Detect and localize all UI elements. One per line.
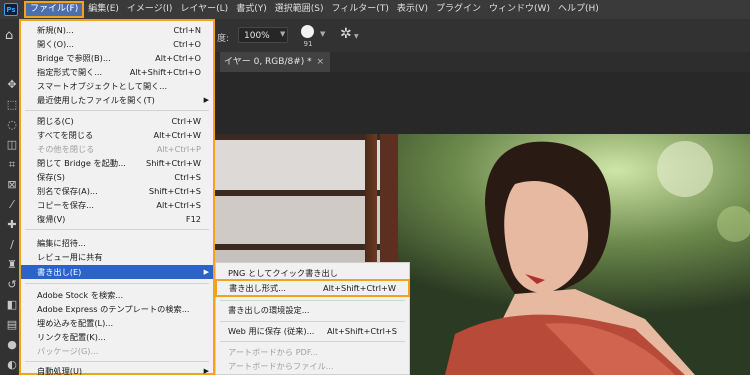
document-tab[interactable]: イヤー 0, RGB/8#) * × (220, 52, 330, 72)
stamp-tool-icon[interactable]: ♜ (5, 258, 19, 272)
gradient-tool-icon[interactable]: ▤ (5, 318, 19, 332)
opacity-label: 度: (217, 34, 230, 44)
menu-item-close-others: その他を閉じる Alt+Ctrl+P (37, 144, 201, 154)
brush-tool-icon[interactable]: ∕ (5, 238, 19, 252)
menu-item-place-linked[interactable]: リンクを配置(K)... (21, 330, 213, 344)
home-icon[interactable]: ⌂ (5, 29, 19, 43)
menu-edit[interactable]: 編集(E) (84, 2, 123, 17)
menu-select[interactable]: 選択範囲(S) (271, 2, 328, 17)
brush-preset-icon[interactable] (301, 25, 314, 38)
document-tab-title: イヤー 0, RGB/8#) * (224, 57, 312, 67)
file-menu-dropdown: 新規(N)... Ctrl+N 開く(O)... Ctrl+O Bridge で参照… (19, 19, 215, 375)
submenu-item-save-for-web[interactable]: Web 用に保存 (従来)... Alt+Shift+Ctrl+S (216, 324, 409, 338)
blur-tool-icon[interactable]: ● (5, 338, 19, 352)
gear-icon[interactable]: ✲ (340, 27, 352, 41)
menu-separator (25, 361, 209, 362)
menu-item-close[interactable]: 閉じる(C) Ctrl+W (21, 114, 213, 128)
menu-item-close-and-go-to-bridge[interactable]: 閉じて Bridge を起動... Shift+Ctrl+W (21, 156, 213, 170)
submenu-item-export-as[interactable]: 書き出し形式... Alt+Shift+Ctrl+W (215, 279, 410, 297)
menu-layer[interactable]: レイヤー(L) (176, 2, 232, 17)
menu-item-new[interactable]: 新規(N)... Ctrl+N (21, 23, 213, 37)
marquee-tool-icon[interactable]: ⬚ (5, 98, 19, 112)
submenu-arrow-icon: ▶ (203, 96, 209, 104)
menu-item-invite-to-edit[interactable]: 編集に招待... (21, 236, 213, 250)
menu-item-close-all[interactable]: すべてを閉じる Alt+Ctrl+W (21, 128, 213, 142)
menu-item-save-copy[interactable]: コピーを保存... Alt+Ctrl+S (21, 198, 213, 212)
crop-tool-icon[interactable]: ⌗ (5, 158, 19, 172)
menu-separator (25, 110, 209, 111)
brush-size-label: 91 (303, 40, 313, 48)
chevron-down-icon[interactable]: ▼ (320, 30, 325, 38)
chevron-down-icon[interactable]: ▼ (354, 33, 359, 40)
photoshop-window: Ps ファイル(F) 編集(E) イメージ(I) レイヤー(L) 書式(Y) 選… (0, 0, 750, 375)
menu-file[interactable]: ファイル(F) (24, 1, 85, 18)
dodge-tool-icon[interactable]: ◐ (5, 358, 19, 372)
eraser-tool-icon[interactable]: ◧ (5, 298, 19, 312)
move-tool-icon[interactable]: ✥ (5, 78, 19, 92)
menu-separator (220, 341, 405, 342)
menu-separator (220, 300, 405, 301)
menu-item-export[interactable]: 書き出し(E) ▶ (21, 265, 213, 279)
submenu-arrow-icon: ▶ (203, 268, 209, 276)
menu-help[interactable]: ヘルプ(H) (554, 2, 603, 17)
quick-select-tool-icon[interactable]: ◫ (5, 138, 19, 152)
menu-type[interactable]: 書式(Y) (232, 2, 271, 17)
menu-filter[interactable]: フィルター(T) (327, 2, 392, 17)
submenu-item-export-preferences[interactable]: 書き出しの環境設定... (216, 303, 409, 317)
menu-separator (25, 229, 209, 230)
eyedropper-tool-icon[interactable]: ⁄ (5, 198, 19, 212)
submenu-arrow-icon: ▶ (203, 367, 209, 375)
menu-separator (220, 321, 405, 322)
menu-view[interactable]: 表示(V) (393, 2, 432, 17)
menu-window[interactable]: ウィンドウ(W) (485, 2, 554, 17)
menu-item-browse-bridge[interactable]: Bridge で参照(B)... Alt+Ctrl+O (21, 51, 213, 65)
menu-item-revert[interactable]: 復帰(V) F12 (21, 212, 213, 226)
menu-image[interactable]: イメージ(I) (123, 2, 177, 17)
menu-item-search-adobe-express-templates[interactable]: Adobe Express のテンプレートの検索... (21, 302, 213, 316)
frame-tool-icon[interactable]: ⊠ (5, 178, 19, 192)
chevron-down-icon[interactable]: ▼ (280, 30, 285, 38)
menu-item-search-adobe-stock[interactable]: Adobe Stock を検索... (21, 288, 213, 302)
menu-bar: Ps ファイル(F) 編集(E) イメージ(I) レイヤー(L) 書式(Y) 選… (0, 0, 750, 19)
menu-plugins[interactable]: プラグイン (432, 2, 485, 17)
menu-item-open-recent[interactable]: 最近使用したファイルを開く(T) ▶ (21, 93, 213, 107)
history-brush-tool-icon[interactable]: ↺ (5, 278, 19, 292)
menu-item-save-as[interactable]: 別名で保存(A)... Shift+Ctrl+S (21, 184, 213, 198)
healing-brush-tool-icon[interactable]: ✚ (5, 218, 19, 232)
menu-item-open-smart-object[interactable]: スマートオブジェクトとして開く... (21, 79, 213, 93)
submenu-item-artboards-to-pdf: アートボードから PDF... (228, 347, 319, 357)
menu-item-place-embedded[interactable]: 埋め込みを配置(L)... (21, 316, 213, 330)
submenu-item-quick-export-png[interactable]: PNG としてクイック書き出し (216, 266, 409, 280)
close-icon[interactable]: × (316, 52, 324, 72)
menu-item-package: パッケージ(G)... (37, 346, 99, 356)
submenu-item-artboards-to-files: アートボードからファイル... (228, 361, 334, 371)
photoshop-logo: Ps (4, 3, 18, 16)
menu-item-save[interactable]: 保存(S) Ctrl+S (21, 170, 213, 184)
menu-item-automate[interactable]: 自動処理(U) ▶ (21, 364, 213, 375)
menu-item-share-for-review[interactable]: レビュー用に共有 (21, 250, 213, 264)
menu-separator (25, 283, 209, 284)
export-submenu: PNG としてクイック書き出し 書き出し形式... Alt+Shift+Ctrl+… (215, 262, 410, 375)
menu-item-open-as[interactable]: 指定形式で開く... Alt+Shift+Ctrl+O (21, 65, 213, 79)
menu-item-open[interactable]: 開く(O)... Ctrl+O (21, 37, 213, 51)
lasso-tool-icon[interactable]: ◌ (5, 118, 19, 132)
